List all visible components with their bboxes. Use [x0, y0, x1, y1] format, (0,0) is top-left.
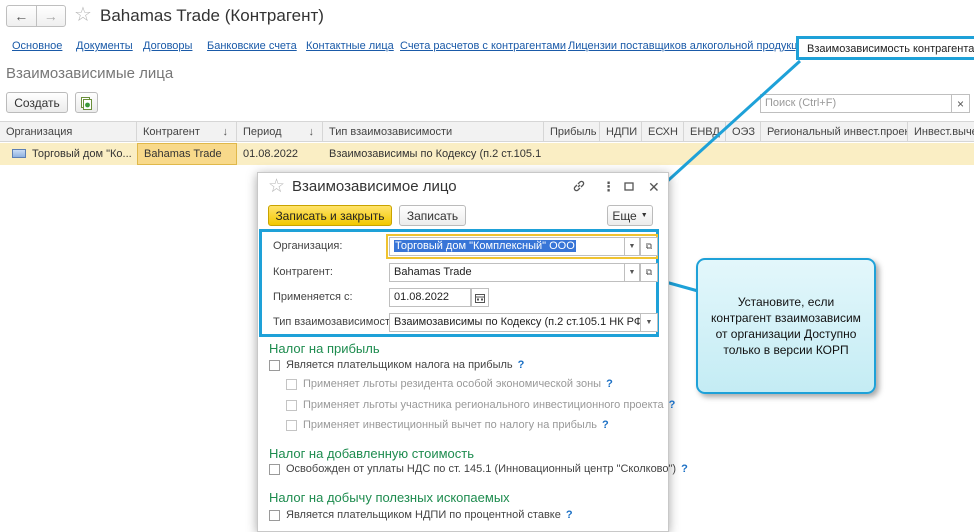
- sez-resident-checkbox[interactable]: Применяет льготы резидента особой эконом…: [286, 378, 613, 390]
- main-fields-box: Организация: Торговый дом "Комплексный" …: [259, 229, 659, 337]
- profit-tax-payer-checkbox[interactable]: Является плательщиком налога на прибыль …: [269, 359, 524, 371]
- counterparty-field[interactable]: Bahamas Trade: [389, 263, 625, 282]
- tab-interdependence[interactable]: Взаимозависимость контрагента: [796, 36, 974, 60]
- col-profit[interactable]: Прибыль: [544, 122, 600, 142]
- save-button[interactable]: Записать: [399, 205, 466, 226]
- cell-type: Взаимозависимы по Кодексу (п.2 ст.105.1 …: [329, 148, 544, 160]
- checkbox-box[interactable]: [269, 463, 280, 475]
- forward-arrow-icon[interactable]: →: [35, 6, 66, 26]
- col-ndpi[interactable]: НДПИ: [600, 122, 642, 142]
- vat-group-title: Налог на добавленную стоимость: [269, 446, 474, 461]
- checkbox-label: Является плательщиком налога на прибыль: [286, 359, 513, 371]
- organization-value: Торговый дом "Комплексный" ООО: [394, 240, 576, 252]
- col-envd[interactable]: ЕНВД: [684, 122, 726, 142]
- tab-bar: Основное Документы Договоры Банковские с…: [0, 36, 974, 60]
- copy-doc-icon: [81, 96, 92, 110]
- profit-tax-group-title: Налог на прибыль: [269, 341, 380, 356]
- col-invest-deduction[interactable]: Инвест.выче: [908, 122, 974, 142]
- organization-label: Организация:: [273, 240, 343, 252]
- dropdown-icon[interactable]: ▼: [624, 237, 640, 256]
- col-regional-project[interactable]: Региональный инвест.проект: [761, 122, 908, 142]
- tab-main[interactable]: Основное: [12, 40, 62, 52]
- col-period-label: Период: [243, 126, 282, 138]
- col-counterparty-label: Контрагент: [143, 126, 200, 138]
- close-icon[interactable]: ✕: [648, 179, 660, 195]
- maximize-icon[interactable]: [624, 179, 634, 195]
- vat-exempt-checkbox[interactable]: Освобожден от уплаты НДС по ст. 145.1 (И…: [269, 463, 688, 475]
- col-type[interactable]: Тип взаимозависимости: [323, 122, 544, 142]
- ndpi-payer-checkbox[interactable]: Является плательщиком НДПИ по процентной…: [269, 509, 573, 521]
- clear-search-icon[interactable]: ×: [952, 94, 970, 113]
- col-oez[interactable]: ОЭЗ: [726, 122, 761, 142]
- interdependent-person-dialog: ☆ Взаимозависимое лицо ⋮ ✕ Записать и за…: [257, 172, 688, 532]
- cell-organization: Торговый дом "Ко...: [32, 148, 132, 160]
- col-organization[interactable]: Организация: [0, 122, 137, 142]
- checkbox-box[interactable]: [269, 509, 280, 521]
- col-period[interactable]: Период ↓: [237, 122, 323, 142]
- link-icon[interactable]: [572, 179, 586, 197]
- checkbox-box[interactable]: [286, 378, 297, 390]
- open-icon[interactable]: ⧉: [640, 263, 658, 282]
- help-icon[interactable]: ?: [669, 399, 676, 411]
- col-eskhn[interactable]: ЕСХН: [642, 122, 684, 142]
- type-label: Тип взаимозависимости:: [273, 316, 400, 328]
- checkbox-box[interactable]: [269, 359, 280, 371]
- page-title: Взаимозависимые лица: [6, 65, 174, 82]
- investment-deduction-checkbox[interactable]: Применяет инвестиционный вычет по налогу…: [286, 419, 609, 431]
- regional-project-checkbox[interactable]: Применяет льготы участника регионального…: [286, 399, 675, 411]
- calendar-icon[interactable]: [471, 288, 489, 307]
- checkbox-box[interactable]: [286, 399, 297, 411]
- help-icon[interactable]: ?: [602, 419, 609, 431]
- type-field[interactable]: Взаимозависимы по Кодексу (п.2 ст.105.1 …: [389, 313, 641, 332]
- tab-documents[interactable]: Документы: [76, 40, 133, 52]
- applies-from-field[interactable]: 01.08.2022: [389, 288, 471, 307]
- applies-from-label: Применяется с:: [273, 291, 353, 303]
- cell-period: 01.08.2022: [243, 148, 299, 160]
- counterparty-label: Контрагент:: [273, 266, 333, 278]
- tab-alcohol-licenses[interactable]: Лицензии поставщиков алкогольной продукц…: [568, 40, 810, 52]
- sort-arrow-icon: ↓: [222, 126, 229, 138]
- tab-contracts[interactable]: Договоры: [143, 40, 192, 52]
- sort-arrow-icon: ↓: [308, 126, 315, 138]
- hint-callout: Установите, если контрагент взаимозависи…: [696, 258, 876, 394]
- tab-settlement-accounts[interactable]: Счета расчетов с контрагентами: [400, 40, 566, 52]
- checkbox-label: Освобожден от уплаты НДС по ст. 145.1 (И…: [286, 463, 677, 475]
- favorite-star-icon[interactable]: ☆: [74, 4, 92, 26]
- favorite-star-icon[interactable]: ☆: [268, 176, 285, 198]
- search-input[interactable]: Поиск (Ctrl+F): [760, 94, 952, 113]
- checkbox-box[interactable]: [286, 419, 297, 431]
- help-icon[interactable]: ?: [681, 463, 688, 475]
- back-arrow-icon[interactable]: ←: [7, 6, 36, 26]
- organization-field[interactable]: Торговый дом "Комплексный" ООО: [389, 237, 625, 256]
- checkbox-label: Применяет льготы участника регионального…: [303, 399, 664, 411]
- open-icon[interactable]: ⧉: [640, 237, 658, 256]
- copy-button[interactable]: [75, 92, 98, 113]
- dropdown-icon[interactable]: ▼: [624, 263, 640, 282]
- tab-contact-persons[interactable]: Контактные лица: [306, 40, 394, 52]
- checkbox-label: Применяет инвестиционный вычет по налогу…: [303, 419, 597, 431]
- checkbox-label: Является плательщиком НДПИ по процентной…: [286, 509, 561, 521]
- tab-bank-accounts[interactable]: Банковские счета: [207, 40, 297, 52]
- save-and-close-button[interactable]: Записать и закрыть: [268, 205, 392, 226]
- dialog-title: Взаимозависимое лицо: [292, 178, 457, 195]
- checkbox-label: Применяет льготы резидента особой эконом…: [303, 378, 602, 390]
- help-icon[interactable]: ?: [606, 378, 613, 390]
- more-button[interactable]: Еще ▼: [607, 205, 653, 226]
- record-icon: [12, 149, 26, 158]
- cell-counterparty[interactable]: Bahamas Trade: [137, 143, 237, 165]
- col-counterparty[interactable]: Контрагент ↓: [137, 122, 237, 142]
- window-title: Bahamas Trade (Контрагент): [100, 6, 324, 25]
- chevron-down-icon: ▼: [640, 212, 648, 219]
- dropdown-icon[interactable]: ▼: [640, 313, 658, 332]
- help-icon[interactable]: ?: [518, 359, 525, 371]
- history-nav: ← →: [6, 5, 66, 27]
- grid-header: Организация Контрагент ↓ Период ↓ Тип вз…: [0, 121, 974, 142]
- more-label: Еще: [612, 208, 637, 223]
- create-button[interactable]: Создать: [6, 92, 68, 113]
- table-row[interactable]: Торговый дом "Ко... Bahamas Trade 01.08.…: [0, 143, 974, 165]
- help-icon[interactable]: ?: [566, 509, 573, 521]
- more-vertical-icon[interactable]: ⋮: [602, 179, 615, 195]
- mining-tax-group-title: Налог на добычу полезных ископаемых: [269, 490, 510, 505]
